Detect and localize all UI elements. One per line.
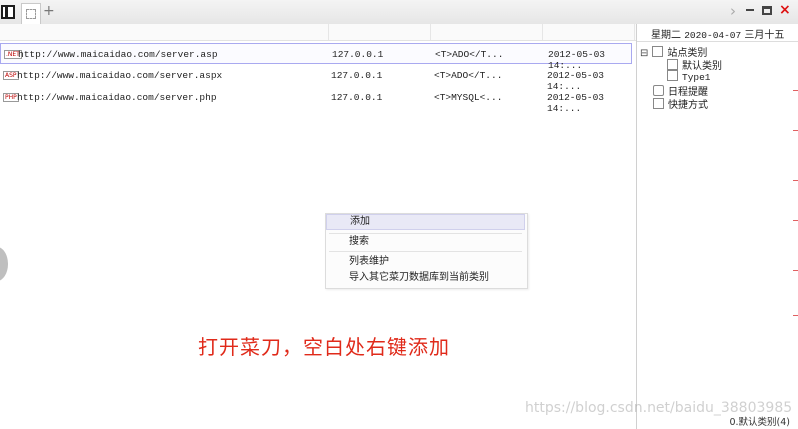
menu-item-import[interactable]: 导入其它菜刀数据库到当前类别 — [326, 270, 525, 286]
collapse-icon[interactable]: ⊟ — [640, 48, 648, 59]
close-button[interactable]: × — [779, 2, 791, 18]
row-type: <T>ADO</T... — [434, 70, 503, 81]
tree-item-type1[interactable]: Type1 — [667, 70, 711, 83]
category-icon — [667, 59, 678, 70]
menu-item-search[interactable]: 搜索 — [326, 234, 525, 250]
panel-toggle-icon[interactable] — [1, 5, 15, 19]
weekday: 星期二 — [651, 30, 681, 41]
tree-label: Type1 — [682, 72, 711, 83]
category-sidebar: 星期二 2020-04-07 三月十五 ⊟ 站点类别 默认类别 Type1 日程提… — [637, 24, 798, 429]
row-url: http://www.maicaidao.com/server.asp — [18, 49, 218, 60]
shell-list[interactable]: .NET http://www.maicaidao.com/server.asp… — [0, 24, 636, 429]
title-bar: + › × — [0, 0, 798, 25]
list-row[interactable]: PHP http://www.maicaidao.com/server.php … — [0, 87, 632, 114]
row-ip: 127.0.0.1 — [332, 49, 384, 60]
folder-icon — [652, 46, 664, 57]
status-text: 0.默认类别(4) — [729, 417, 790, 428]
row-ip: 127.0.0.1 — [331, 92, 383, 103]
maximize-button[interactable] — [762, 6, 772, 15]
shortcut-icon — [653, 98, 664, 109]
divider — [637, 41, 798, 42]
column-date[interactable] — [542, 24, 635, 40]
chevron-right-icon[interactable]: › — [730, 2, 736, 20]
document-tab[interactable] — [21, 3, 41, 24]
row-ip: 127.0.0.1 — [331, 70, 383, 81]
row-url: http://www.maicaidao.com/server.aspx — [17, 70, 223, 81]
row-url: http://www.maicaidao.com/server.php — [17, 92, 217, 103]
menu-item-list-maintenance[interactable]: 列表维护 — [326, 254, 525, 270]
row-type: <T>MYSQL<... — [434, 92, 503, 103]
list-header — [0, 24, 636, 41]
row-date: 2012-05-03 14:... — [547, 92, 605, 114]
menu-item-add[interactable]: 添加 — [326, 214, 525, 230]
row-type: <T>ADO</T... — [435, 49, 504, 60]
document-tab-icon — [26, 9, 36, 19]
list-row[interactable]: .NET http://www.maicaidao.com/server.asp… — [0, 43, 632, 71]
calendar-date: 星期二 2020-04-07 三月十五 — [651, 26, 784, 41]
add-tab-button[interactable]: + — [43, 3, 55, 19]
annotation-text: 打开菜刀，空白处右键添加 — [198, 335, 450, 359]
column-url[interactable] — [0, 24, 329, 40]
column-type[interactable] — [430, 24, 543, 40]
tree-item-shortcuts[interactable]: 快捷方式 — [653, 96, 708, 111]
date-value: 2020-04-07 — [684, 30, 742, 41]
tree-label: 快捷方式 — [668, 100, 708, 111]
edge-marks — [793, 60, 798, 360]
list-row[interactable]: ASP http://www.maicaidao.com/server.aspx… — [0, 65, 632, 92]
watermark: https://blog.csdn.net/baidu_38803985 — [525, 400, 793, 416]
lunar-date: 三月十五 — [744, 30, 785, 41]
menu-separator — [329, 251, 522, 252]
clock-icon — [653, 85, 664, 96]
category-icon — [667, 70, 678, 81]
minimize-button[interactable] — [746, 9, 754, 11]
column-ip[interactable] — [328, 24, 431, 40]
context-menu: 添加 搜索 列表维护 导入其它菜刀数据库到当前类别 — [325, 213, 528, 289]
